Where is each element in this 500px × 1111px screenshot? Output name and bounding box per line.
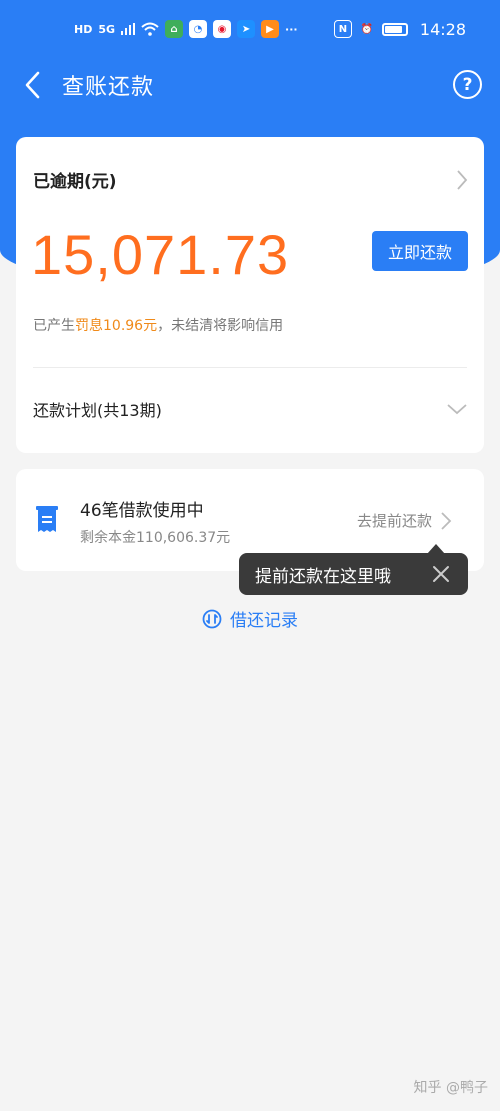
note-suffix: ，未结清将影响信用 [157, 318, 284, 334]
question-mark-icon: ? [462, 74, 473, 95]
page-title: 查账还款 [62, 75, 155, 100]
note-prefix: 已产生 [33, 318, 75, 334]
prepay-tooltip: 提前还款在这里哦 [239, 553, 468, 595]
chevron-right-icon [457, 169, 468, 190]
repayment-plan-row[interactable]: 还款计划(共13期) [33, 397, 468, 421]
weibo-icon: ◉ [213, 20, 232, 38]
chevron-right-icon [441, 511, 452, 530]
remaining-principal: 剩余本金110,606.37元 [80, 530, 231, 546]
chevron-down-icon [447, 404, 467, 415]
app-notification-icon: ▶ [261, 20, 280, 38]
overdue-card: 已逾期(元) 15,071.73 立即还款 已产生罚息10.96元，未结清将影响… [16, 137, 484, 453]
signal-bars-icon [121, 23, 136, 35]
status-left: HD 5G ⌂ ◔ ◉ ➤ ▶ ··· [74, 20, 298, 38]
battery-icon [381, 22, 408, 36]
chevron-left-icon [25, 71, 40, 99]
tooltip-text: 提前还款在这里哦 [255, 566, 391, 587]
records-label: 借还记录 [230, 611, 298, 631]
nfc-icon: N [333, 20, 352, 38]
divider [33, 367, 467, 368]
repay-now-button[interactable]: 立即还款 [372, 231, 468, 271]
borrow-repay-records-link[interactable]: 借还记录 [0, 606, 500, 631]
overdue-label: 已逾期(元) [33, 172, 117, 192]
penalty-interest-note: 已产生罚息10.96元，未结清将影响信用 [33, 315, 283, 335]
hd-indicator: HD [74, 22, 93, 36]
status-right: N ⏰ 14:28 [333, 19, 466, 39]
alarm-icon: ⏰ [360, 23, 374, 35]
help-button[interactable]: ? [453, 70, 482, 99]
more-notifications-icon: ··· [285, 22, 298, 36]
app-notification-icon: ➤ [237, 20, 256, 38]
navigation-bar: 查账还款 ? [0, 58, 500, 112]
prepay-label: 去提前还款 [356, 512, 432, 530]
overdue-amount: 15,071.73 [31, 223, 290, 286]
signal-5g-indicator: 5G [98, 22, 116, 36]
app-notification-icon: ◔ [189, 20, 208, 38]
document-icon [36, 506, 58, 532]
close-icon[interactable] [432, 565, 450, 583]
prepay-link[interactable]: 去提前还款 [357, 510, 452, 531]
clock-time: 14:28 [419, 19, 466, 39]
app-notification-icon: ⌂ [165, 20, 184, 38]
overdue-header-row[interactable]: 已逾期(元) [33, 167, 468, 192]
active-loans-title: 46笔借款使用中 [80, 501, 204, 521]
records-icon [202, 609, 222, 628]
status-bar: HD 5G ⌂ ◔ ◉ ➤ ▶ ··· N ⏰ 14:28 [0, 0, 500, 58]
watermark: 知乎 @鸭子 [413, 1080, 488, 1096]
penalty-amount: 罚息10.96元 [75, 318, 158, 334]
wifi-icon [141, 22, 159, 36]
repayment-plan-label: 还款计划(共13期) [33, 401, 162, 420]
back-button[interactable] [6, 58, 58, 112]
